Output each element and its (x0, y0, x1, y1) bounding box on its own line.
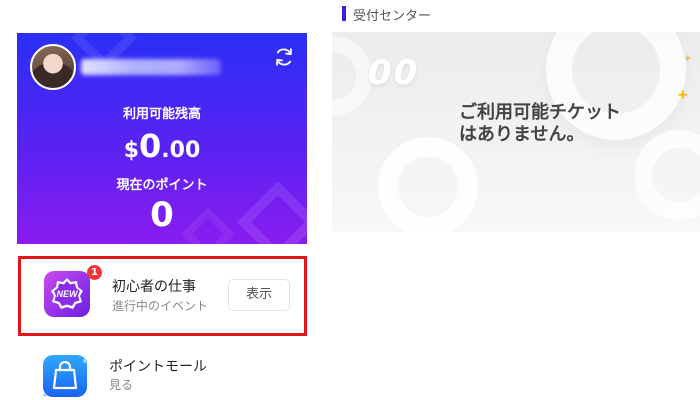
ticket-panel: 00 + + ご利用可能チケット はありません。 (332, 32, 700, 232)
empty-message-line: ご利用可能チケット (459, 102, 621, 123)
sparkle-icon: + (684, 54, 692, 64)
points-value: 0 (150, 195, 174, 235)
new-badge-icon: NEW (44, 271, 90, 317)
reception-column: 受付センター 00 + + ご利用可能チケット はありません。 (332, 0, 700, 400)
sparkle-icon: + (677, 87, 689, 103)
points-mall-row[interactable]: ポイントモール 見る (18, 345, 307, 400)
section-header: 受付センター (332, 0, 700, 32)
username-redacted (81, 59, 221, 75)
decorative-numerals: 00 (368, 53, 420, 93)
mall-title: ポイントモール (109, 359, 207, 375)
task-title: 初心者の仕事 (112, 279, 196, 295)
page: 利用可能残高 $0.00 現在のポイント 0 NEW 1 初心者の仕事 進行中の… (0, 0, 700, 400)
newbie-task-row[interactable]: NEW 1 初心者の仕事 進行中のイベント 表示 (18, 256, 307, 336)
refresh-icon[interactable] (273, 46, 295, 68)
balance-amount: $0.00 (17, 129, 307, 169)
view-button[interactable]: 表示 (228, 279, 290, 311)
task-subtitle: 進行中のイベント (112, 299, 209, 313)
points-label: 現在のポイント (116, 178, 208, 193)
background-ring (332, 36, 372, 116)
section-title: 受付センター (353, 9, 432, 24)
avatar[interactable] (30, 44, 76, 90)
shopping-bag-icon (43, 355, 87, 397)
account-column: 利用可能残高 $0.00 現在のポイント 0 NEW 1 初心者の仕事 進行中の… (0, 0, 332, 400)
currency-symbol: $ (123, 138, 140, 163)
notification-badge: 1 (87, 265, 102, 280)
balance-label: 利用可能残高 (122, 107, 201, 122)
balance-card: 利用可能残高 $0.00 現在のポイント 0 (17, 33, 307, 244)
section-accent-bar (342, 6, 346, 21)
balance-integer: 0 (139, 127, 162, 165)
mall-subtitle: 見る (109, 378, 134, 392)
empty-message-line: はありません。 (459, 124, 585, 145)
background-ring (378, 137, 478, 232)
new-badge-text: NEW (57, 289, 80, 299)
empty-ticket-message: ご利用可能チケット はありません。 (459, 102, 659, 146)
balance-decimal: .00 (161, 138, 201, 163)
